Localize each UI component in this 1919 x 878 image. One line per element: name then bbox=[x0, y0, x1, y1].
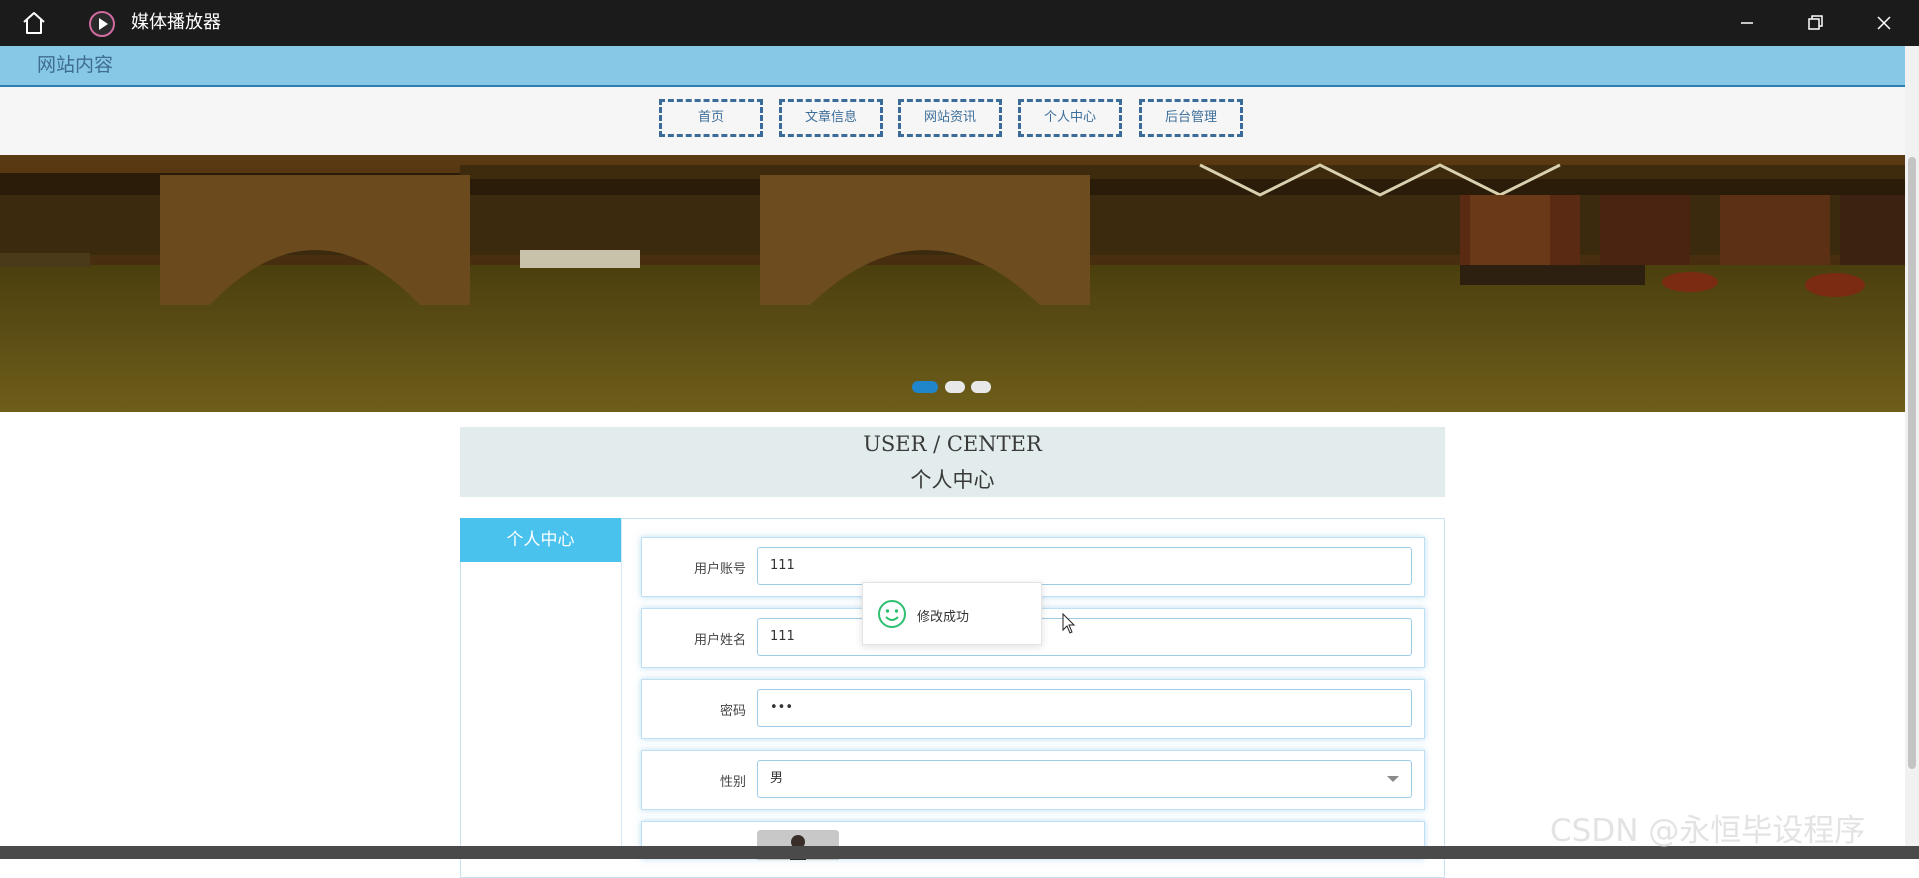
success-toast: 修改成功 bbox=[862, 582, 1042, 645]
window-titlebar: 媒体播放器 bbox=[0, 0, 1919, 46]
page-scrollbar[interactable] bbox=[1905, 46, 1919, 846]
nav-item-user-center[interactable]: 个人中心 bbox=[1018, 99, 1122, 137]
close-icon[interactable] bbox=[1872, 11, 1896, 35]
password-input[interactable]: ••• bbox=[757, 689, 1412, 727]
carousel-dot[interactable] bbox=[971, 381, 991, 393]
section-title-cn: 个人中心 bbox=[910, 468, 995, 492]
carousel-dot-active[interactable] bbox=[912, 381, 938, 393]
sidebar-divider bbox=[621, 518, 622, 859]
nav-item-news[interactable]: 网站资讯 bbox=[898, 99, 1002, 137]
nav-item-admin[interactable]: 后台管理 bbox=[1139, 99, 1243, 137]
name-label: 用户姓名 bbox=[693, 633, 746, 648]
smile-icon bbox=[877, 599, 907, 629]
banner-image bbox=[0, 155, 1905, 412]
gender-select[interactable]: 男 bbox=[757, 760, 1412, 798]
carousel-dot[interactable] bbox=[945, 381, 965, 393]
site-header-title: 网站内容 bbox=[37, 54, 114, 76]
banner-carousel[interactable] bbox=[0, 155, 1905, 412]
watermark: CSDN @永恒毕设程序 bbox=[1550, 813, 1866, 849]
home-icon[interactable] bbox=[20, 10, 48, 36]
password-label: 密码 bbox=[719, 704, 746, 719]
section-heading: USER / CENTER 个人中心 bbox=[460, 427, 1445, 497]
section-title-en: USER / CENTER bbox=[863, 432, 1042, 456]
nav-item-home[interactable]: 首页 bbox=[659, 99, 763, 137]
site-header: 网站内容 bbox=[0, 46, 1905, 87]
sidebar-item-user-center[interactable]: 个人中心 bbox=[460, 518, 621, 562]
account-input[interactable]: 111 bbox=[757, 547, 1412, 585]
chevron-down-icon bbox=[1387, 776, 1399, 782]
nav-item-articles[interactable]: 文章信息 bbox=[779, 99, 883, 137]
scrollbar-thumb[interactable] bbox=[1908, 157, 1916, 769]
minimize-icon[interactable] bbox=[1735, 11, 1759, 35]
name-input[interactable]: 111 bbox=[757, 618, 1412, 656]
main-nav: 首页 文章信息 网站资讯 个人中心 后台管理 bbox=[0, 87, 1905, 155]
toast-message: 修改成功 bbox=[917, 610, 970, 625]
gender-value: 男 bbox=[770, 771, 784, 786]
window-title: 媒体播放器 bbox=[131, 12, 221, 33]
form-row-gender: 性别 男 bbox=[641, 750, 1425, 810]
account-label: 用户账号 bbox=[693, 562, 746, 577]
play-circle-icon bbox=[88, 10, 116, 38]
form-row-password: 密码 ••• bbox=[641, 679, 1425, 739]
mouse-cursor-icon bbox=[1062, 612, 1076, 635]
gender-label: 性别 bbox=[719, 775, 746, 790]
restore-icon[interactable] bbox=[1803, 11, 1827, 35]
